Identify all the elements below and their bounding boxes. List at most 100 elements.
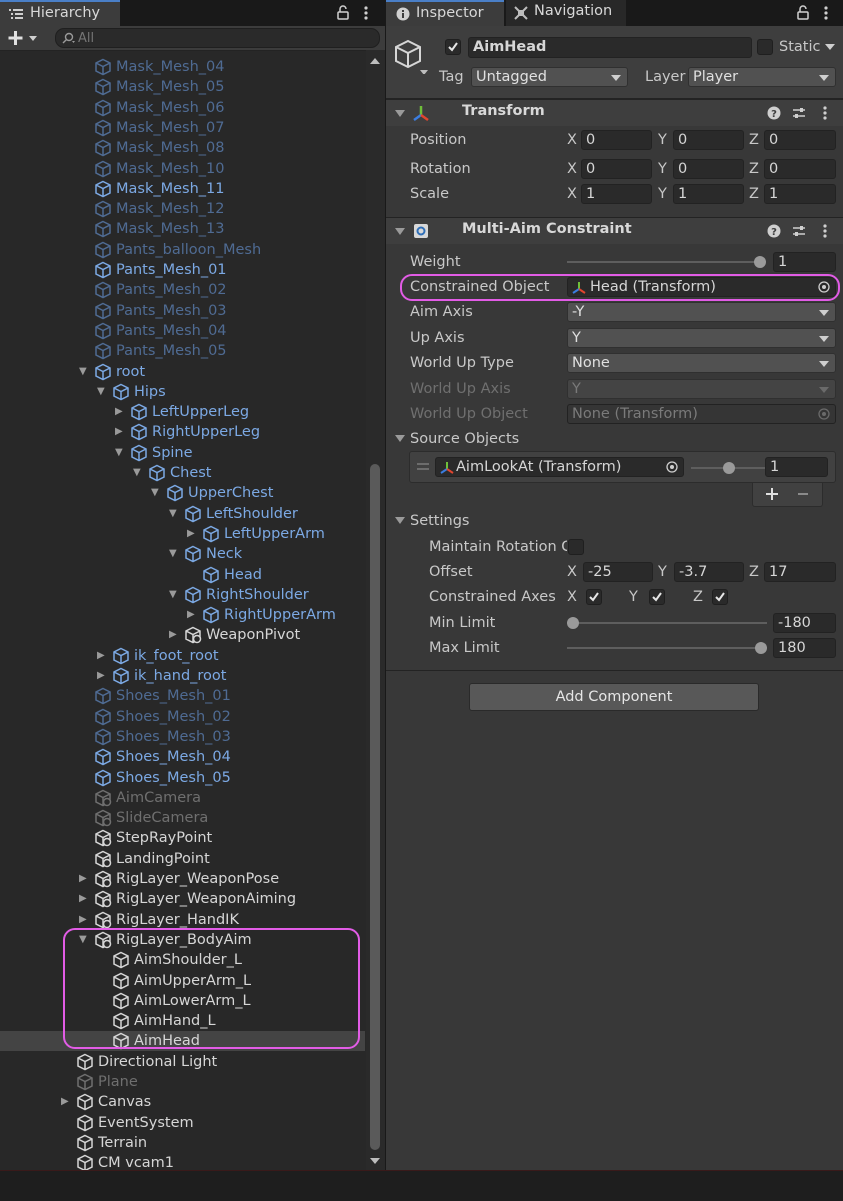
- tree-row[interactable]: Shoes_Mesh_01: [0, 686, 365, 706]
- offset-x-field[interactable]: -25: [583, 562, 653, 582]
- tree-row[interactable]: ▼ UpperChest: [0, 483, 365, 503]
- min-limit-field[interactable]: -180: [773, 613, 836, 633]
- active-checkbox[interactable]: [445, 39, 461, 55]
- search-input[interactable]: [78, 29, 368, 47]
- expand-arrow-down-icon[interactable]: ▼: [97, 386, 107, 397]
- expand-arrow-down-icon[interactable]: ▼: [169, 508, 179, 519]
- kebab-menu-icon[interactable]: [823, 5, 829, 21]
- rotation-y-field[interactable]: 0: [673, 159, 744, 179]
- position-y-field[interactable]: 0: [673, 130, 744, 150]
- tree-row[interactable]: Mask_Mesh_05: [0, 77, 365, 97]
- min-limit-track[interactable]: [567, 622, 767, 624]
- up-axis-dropdown[interactable]: Y: [567, 328, 836, 348]
- chevron-down-icon[interactable]: [825, 44, 835, 51]
- expand-arrow-right-icon[interactable]: ▶: [61, 1097, 71, 1107]
- fold-arrow-icon[interactable]: [395, 110, 405, 117]
- max-limit-knob[interactable]: [755, 642, 767, 654]
- tree-row[interactable]: Pants_Mesh_03: [0, 301, 365, 321]
- tree-row[interactable]: LandingPoint: [0, 849, 365, 869]
- tree-row[interactable]: Directional Light: [0, 1052, 365, 1072]
- object-picker-icon[interactable]: [818, 281, 830, 293]
- expand-arrow-right-icon[interactable]: ▶: [79, 914, 89, 925]
- maintain-offset-checkbox[interactable]: [568, 539, 584, 555]
- expand-arrow-right-icon[interactable]: ▶: [115, 427, 125, 437]
- offset-y-field[interactable]: -3.7: [674, 562, 744, 582]
- tag-dropdown[interactable]: Untagged: [471, 67, 628, 87]
- tree-row[interactable]: Mask_Mesh_06: [0, 98, 365, 118]
- lock-icon[interactable]: [797, 5, 809, 20]
- tree-row[interactable]: AimCamera: [0, 788, 365, 808]
- tree-row[interactable]: ▶ RightUpperArm: [0, 605, 365, 625]
- source-weight-field[interactable]: 1: [765, 457, 828, 477]
- rotation-x-field[interactable]: 0: [581, 159, 652, 179]
- help-icon[interactable]: ?: [767, 224, 781, 238]
- tree-row[interactable]: ▼ Chest: [0, 463, 365, 483]
- tree-row[interactable]: CM vcam1: [0, 1153, 365, 1170]
- presets-icon[interactable]: [792, 106, 806, 120]
- static-label[interactable]: Static: [779, 37, 820, 57]
- expand-arrow-down-icon[interactable]: ▼: [79, 366, 89, 377]
- tree-row[interactable]: Pants_Mesh_02: [0, 280, 365, 300]
- scale-y-field[interactable]: 1: [673, 184, 744, 204]
- source-objects-fold-icon[interactable]: [395, 435, 405, 442]
- tree-row[interactable]: Pants_Mesh_04: [0, 321, 365, 341]
- tree-row[interactable]: Shoes_Mesh_03: [0, 727, 365, 747]
- hierarchy-search[interactable]: [55, 28, 380, 48]
- create-plus-dropdown[interactable]: [8, 30, 40, 46]
- tree-row[interactable]: ▶ RightUpperLeg: [0, 422, 365, 442]
- hierarchy-tab[interactable]: Hierarchy: [0, 0, 120, 26]
- object-picker-icon[interactable]: [666, 461, 678, 473]
- tree-row[interactable]: Shoes_Mesh_02: [0, 707, 365, 727]
- tree-row[interactable]: ▶ RigLayer_HandIK: [0, 910, 365, 930]
- help-icon[interactable]: ?: [767, 106, 781, 120]
- position-z-field[interactable]: 0: [764, 130, 836, 150]
- tree-row[interactable]: ▶ ik_foot_root: [0, 646, 365, 666]
- remove-icon[interactable]: [797, 488, 809, 500]
- tree-row[interactable]: Mask_Mesh_07: [0, 118, 365, 138]
- object-name-field[interactable]: AimHead: [468, 37, 752, 58]
- kebab-menu-icon[interactable]: [363, 5, 369, 21]
- tree-row[interactable]: Terrain: [0, 1133, 365, 1153]
- offset-z-field[interactable]: 17: [764, 562, 836, 582]
- kebab-menu-icon[interactable]: [822, 223, 828, 239]
- weight-field[interactable]: 1: [773, 252, 836, 272]
- source-object-field[interactable]: AimLookAt (Transform): [435, 457, 684, 477]
- weight-slider-knob[interactable]: [754, 256, 766, 268]
- tree-row[interactable]: Head: [0, 565, 365, 585]
- settings-fold-icon[interactable]: [395, 517, 405, 524]
- expand-arrow-down-icon[interactable]: ▼: [133, 468, 143, 478]
- expand-arrow-right-icon[interactable]: ▶: [115, 407, 125, 417]
- max-limit-field[interactable]: 180: [773, 638, 836, 658]
- expand-arrow-right-icon[interactable]: ▶: [187, 528, 197, 539]
- layer-dropdown[interactable]: Player: [688, 67, 836, 87]
- kebab-menu-icon[interactable]: [822, 105, 828, 121]
- tree-row[interactable]: Pants_Mesh_01: [0, 260, 365, 280]
- static-checkbox[interactable]: [757, 39, 773, 55]
- tree-row[interactable]: ▼ Hips: [0, 382, 365, 402]
- tree-row[interactable]: Shoes_Mesh_05: [0, 768, 365, 788]
- tree-row[interactable]: ▼ Spine: [0, 443, 365, 463]
- tree-row[interactable]: Mask_Mesh_12: [0, 199, 365, 219]
- presets-icon[interactable]: [792, 224, 806, 238]
- tree-row[interactable]: EventSystem: [0, 1113, 365, 1133]
- tree-row[interactable]: Mask_Mesh_11: [0, 179, 365, 199]
- tree-row[interactable]: ▼ LeftShoulder: [0, 504, 365, 524]
- fold-arrow-icon[interactable]: [395, 228, 405, 235]
- tree-row[interactable]: Plane: [0, 1072, 365, 1092]
- expand-arrow-down-icon[interactable]: ▼: [115, 447, 125, 458]
- tree-row[interactable]: Mask_Mesh_04: [0, 57, 365, 77]
- tree-row[interactable]: ▶ RigLayer_WeaponPose: [0, 869, 365, 889]
- tree-row[interactable]: AimLowerArm_L: [0, 991, 365, 1011]
- tree-row[interactable]: ▼ root: [0, 362, 365, 382]
- tree-row[interactable]: Mask_Mesh_10: [0, 159, 365, 179]
- settings-label[interactable]: Settings: [410, 511, 469, 531]
- expand-arrow-right-icon[interactable]: ▶: [97, 671, 107, 681]
- constrained-object-field[interactable]: Head (Transform): [567, 277, 836, 297]
- expand-arrow-down-icon[interactable]: ▼: [79, 934, 89, 945]
- constraint-header[interactable]: Multi-Aim Constraint ?: [386, 217, 843, 244]
- tree-row[interactable]: ▶ WeaponPivot: [0, 625, 365, 645]
- max-limit-track[interactable]: [567, 647, 767, 649]
- tree-row[interactable]: AimHand_L: [0, 1011, 365, 1031]
- scale-x-field[interactable]: 1: [581, 184, 652, 204]
- add-icon[interactable]: [766, 488, 778, 500]
